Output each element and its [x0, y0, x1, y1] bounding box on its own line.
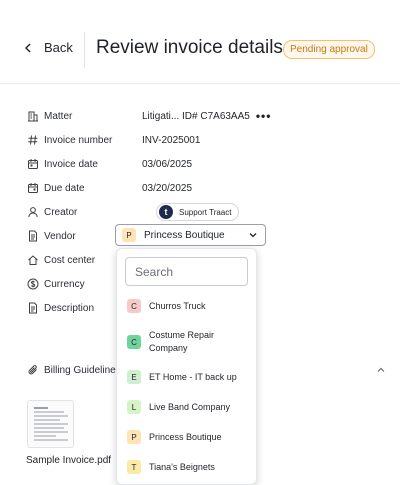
vendor-option-label: Costume Repair Company — [149, 330, 215, 353]
vendor-dropdown-menu: C Churros Truck C Costume Repair Company… — [116, 248, 257, 485]
invoice-date-value: 03/06/2025 — [142, 158, 193, 170]
chevron-left-icon — [25, 43, 31, 52]
field-cost-center: Cost center — [27, 250, 117, 270]
vendor-option-label: Tiana's Beignets — [149, 461, 215, 472]
matter-more-button[interactable]: ••• — [256, 109, 272, 123]
invoice-date-label: Invoice date — [44, 158, 98, 170]
vendor-option-princess-boutique[interactable]: P Princess Boutique — [127, 430, 252, 444]
building-icon — [27, 110, 39, 122]
back-button[interactable]: Back — [22, 40, 73, 55]
field-currency: Currency — [27, 274, 117, 294]
paperclip-icon — [27, 364, 39, 376]
invoice-number-label: Invoice number — [44, 134, 113, 146]
vendor-option-churros-truck[interactable]: C Churros Truck — [127, 299, 252, 313]
matter-label: Matter — [44, 110, 73, 122]
calendar-icon — [27, 158, 39, 170]
avatar: t — [159, 205, 173, 219]
vendor-option-costume-repair-company[interactable]: C Costume Repair Company — [127, 329, 252, 355]
user-icon — [27, 206, 39, 218]
field-due-date: Due date 03/20/2025 — [27, 178, 387, 198]
calendar-icon — [27, 182, 39, 194]
invoice-number-value: INV-2025001 — [142, 134, 201, 146]
vendor-option-et-home[interactable]: E ET Home - IT back up — [127, 370, 252, 384]
field-invoice-number: Invoice number INV-2025001 — [27, 130, 387, 150]
hash-icon — [27, 134, 39, 146]
field-matter: Matter Litigati... ID# C7A63AA5 ••• — [27, 106, 387, 126]
attachment-file-name[interactable]: Sample Invoice.pdf — [26, 455, 111, 466]
currency-label: Currency — [44, 278, 85, 290]
field-creator: Creator t Support Traact — [27, 202, 387, 222]
due-date-label: Due date — [44, 182, 85, 194]
cost-center-label: Cost center — [44, 254, 96, 266]
vendor-option-tianas-beignets[interactable]: T Tiana's Beignets — [127, 460, 252, 474]
creator-value-group: t Support Traact — [142, 202, 240, 222]
vendor-selected-value: Princess Boutique — [144, 229, 225, 241]
status-badge: Pending approval — [283, 40, 375, 59]
vendor-letter-badge: L — [127, 400, 141, 414]
description-label: Description — [44, 302, 95, 314]
vendor-option-live-band-company[interactable]: L Live Band Company — [127, 400, 252, 414]
field-description: Description — [27, 298, 117, 318]
chevron-up-icon[interactable] — [376, 365, 386, 375]
file-text-icon — [27, 302, 39, 314]
matter-value-group: Litigati... ID# C7A63AA5 ••• — [142, 106, 271, 126]
header-divider — [84, 32, 85, 68]
page-header: Back Review invoice details Pending appr… — [0, 0, 400, 84]
page-title: Review invoice details — [96, 37, 283, 58]
vendor-letter-badge: C — [127, 335, 141, 349]
home-icon — [27, 254, 39, 266]
vendor-label: Vendor — [44, 230, 76, 242]
creator-name: Support Traact — [179, 207, 232, 217]
chevron-down-icon — [249, 233, 257, 238]
creator-chip: t Support Traact — [156, 203, 240, 221]
search-input[interactable] — [125, 257, 248, 286]
creator-label: Creator — [44, 206, 78, 218]
vendor-letter-badge: P — [122, 228, 136, 242]
billing-guidelines-label: Billing Guidelines — [44, 364, 121, 376]
due-date-value: 03/20/2025 — [142, 182, 193, 194]
vendor-option-label: Princess Boutique — [149, 431, 222, 442]
vendor-option-label: ET Home - IT back up — [149, 371, 237, 382]
dollar-circle-icon — [27, 278, 39, 290]
vendor-option-label: Live Band Company — [149, 401, 231, 412]
back-label: Back — [44, 40, 73, 55]
vendor-letter-badge: P — [127, 430, 141, 444]
vendor-letter-badge: T — [127, 460, 141, 474]
document-icon — [27, 230, 39, 242]
vendor-option-label: Churros Truck — [149, 300, 206, 311]
vendor-letter-badge: C — [127, 299, 141, 313]
field-vendor: Vendor — [27, 226, 117, 246]
attachment-thumbnail[interactable] — [27, 400, 74, 448]
field-invoice-date: Invoice date 03/06/2025 — [27, 154, 387, 174]
vendor-letter-badge: E — [127, 370, 141, 384]
matter-value: Litigati... ID# C7A63AA5 — [142, 110, 250, 122]
vendor-select[interactable]: P Princess Boutique — [115, 224, 266, 246]
